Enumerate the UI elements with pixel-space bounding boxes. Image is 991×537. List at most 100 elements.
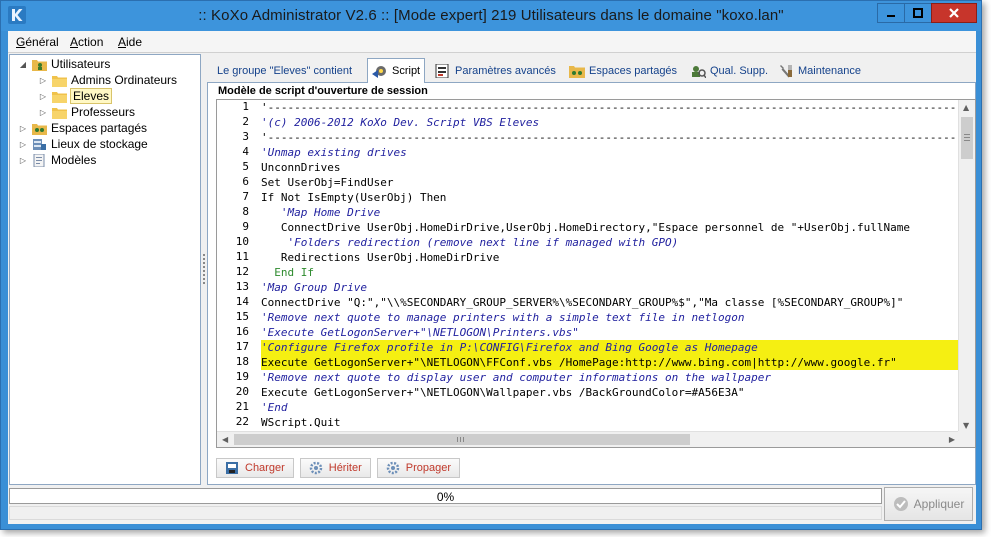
- scroll-right-icon[interactable]: ▶: [949, 435, 955, 444]
- tab-parametres-avances[interactable]: Paramètres avancés: [431, 61, 560, 81]
- tree-item-modeles[interactable]: ▷ Modèles: [18, 152, 96, 168]
- code-line[interactable]: 'Execute GetLogonServer+"\NETLOGON\Print…: [261, 325, 960, 340]
- scroll-left-icon[interactable]: ◀: [222, 435, 228, 444]
- scroll-up-icon[interactable]: ▲: [963, 103, 969, 112]
- load-button[interactable]: Charger: [216, 458, 294, 478]
- line-number: 7: [242, 190, 249, 203]
- tab-label: Le groupe "Eleves" contient: [217, 65, 353, 77]
- code-line[interactable]: 'Remove next quote to display user and c…: [261, 370, 960, 385]
- menu-action[interactable]: Action: [70, 35, 103, 49]
- line-number: 20: [235, 385, 249, 398]
- tab-label: Espaces partagés: [589, 65, 678, 77]
- tree-item-admins-ordinateurs[interactable]: ▷ Admins Ordinateurs: [38, 72, 177, 88]
- maximize-button[interactable]: [904, 3, 932, 23]
- line-number: 4: [242, 145, 249, 158]
- vertical-scroll-thumb[interactable]: [961, 117, 973, 159]
- propagate-button[interactable]: Propager: [376, 458, 461, 478]
- storage-icon: [33, 138, 46, 150]
- scroll-down-icon[interactable]: ▼: [963, 421, 969, 430]
- horizontal-scroll-thumb[interactable]: [234, 434, 690, 445]
- line-number: 8: [242, 205, 249, 218]
- highlighted-code-line[interactable]: 'Configure Firefox profile in P:\CONFIG\…: [261, 340, 960, 355]
- client-area: Général Action Aide ◢ Utilisateurs ▷ Adm…: [8, 31, 976, 524]
- tree-item-professeurs[interactable]: ▷ Professeurs: [38, 104, 135, 120]
- shared-space-icon: [569, 66, 585, 78]
- code-line[interactable]: If Not IsEmpty(UserObj) Then: [261, 190, 960, 205]
- code-line[interactable]: 'Map Group Drive: [261, 280, 960, 295]
- app-window: :: KoXo Administrator V2.6 :: [Mode expe…: [0, 0, 982, 530]
- tree-item-label: Utilisateurs: [51, 57, 111, 71]
- highlighted-code-line[interactable]: Execute GetLogonServer+"\NETLOGON\FFConf…: [261, 355, 960, 370]
- line-number: 22: [235, 415, 249, 428]
- line-number: 11: [235, 250, 249, 263]
- folder-icon: [52, 75, 67, 87]
- tree-item-lieux-de-stockage[interactable]: ▷ Lieux de stockage: [18, 136, 148, 152]
- code-line[interactable]: '---------------------------------------…: [261, 130, 960, 145]
- line-number: 2: [242, 115, 249, 128]
- check-icon: [893, 497, 908, 511]
- vertical-scrollbar[interactable]: ▲ ▼: [958, 100, 975, 433]
- minimize-button[interactable]: [877, 3, 905, 23]
- code-area[interactable]: '---------------------------------------…: [261, 100, 960, 433]
- code-line[interactable]: 'Folders redirection (remove next line i…: [261, 235, 960, 250]
- progress-text: 0%: [436, 490, 455, 504]
- navigation-tree: ◢ Utilisateurs ▷ Admins Ordinateurs ▷ El…: [9, 54, 201, 485]
- folder-icon: [52, 107, 67, 119]
- template-icon: [33, 153, 45, 167]
- code-line[interactable]: ConnectDrive "Q:","\\%SECONDARY_GROUP_SE…: [261, 295, 960, 310]
- code-line[interactable]: UnconnDrives: [261, 160, 960, 175]
- tab-maintenance[interactable]: Maintenance: [774, 61, 865, 81]
- tab-script[interactable]: Script: [367, 58, 426, 83]
- detail-panel: Le groupe "Eleves" contient Script Param…: [207, 54, 976, 485]
- code-line[interactable]: End If: [261, 265, 960, 280]
- code-line[interactable]: Execute GetLogonServer+"\NETLOGON\Wallpa…: [261, 385, 960, 400]
- apply-button[interactable]: Appliquer: [884, 487, 973, 521]
- code-line[interactable]: Redirections UserObj.HomeDirDrive: [261, 250, 960, 265]
- splitter-grip: [203, 254, 205, 284]
- tree-item-utilisateurs[interactable]: ◢ Utilisateurs: [18, 56, 110, 72]
- tree-item-espaces-partages[interactable]: ▷ Espaces partagés: [18, 120, 147, 136]
- inherit-button[interactable]: Hériter: [299, 458, 371, 478]
- menu-divider: [8, 52, 976, 53]
- inherit-gear-icon: [309, 461, 322, 475]
- collapsed-arrow-icon[interactable]: ▷: [18, 155, 28, 165]
- collapsed-arrow-icon[interactable]: ▷: [18, 139, 28, 149]
- script-tab-panel: Modèle de script d'ouverture de session …: [207, 82, 976, 485]
- script-editor[interactable]: 1234567891011121314151617181920212223 '-…: [216, 99, 976, 448]
- tab-group-contient[interactable]: Le groupe "Eleves" contient: [213, 61, 356, 81]
- collapsed-arrow-icon[interactable]: ▷: [18, 123, 28, 133]
- code-line[interactable]: Set UserObj=FindUser: [261, 175, 960, 190]
- code-line[interactable]: 'Remove next quote to manage printers wi…: [261, 310, 960, 325]
- collapsed-arrow-icon[interactable]: ▷: [38, 91, 48, 101]
- close-button[interactable]: [931, 3, 977, 23]
- code-line[interactable]: 'Unmap existing drives: [261, 145, 960, 160]
- line-number: 5: [242, 160, 249, 173]
- line-number: 6: [242, 175, 249, 188]
- tree-item-eleves[interactable]: ▷ Eleves: [38, 88, 113, 104]
- collapsed-arrow-icon[interactable]: ▷: [38, 107, 48, 117]
- inherit-button-label: Hériter: [328, 462, 362, 474]
- code-line[interactable]: 'Map Home Drive: [261, 205, 960, 220]
- code-line[interactable]: ConnectDrive UserObj.HomeDirDrive,UserOb…: [261, 220, 960, 235]
- tree-item-label: Lieux de stockage: [51, 137, 148, 151]
- line-number: 1: [242, 100, 249, 113]
- code-line[interactable]: 'End: [261, 400, 960, 415]
- propagate-button-label: Propager: [405, 462, 452, 474]
- collapsed-arrow-icon[interactable]: ▷: [38, 75, 48, 85]
- minimize-icon: [887, 15, 895, 17]
- tab-qual-supp[interactable]: Qual. Supp.: [686, 61, 772, 81]
- tab-label: Paramètres avancés: [455, 65, 556, 77]
- menu-aide[interactable]: Aide: [118, 35, 142, 49]
- code-line[interactable]: WScript.Quit: [261, 415, 960, 430]
- code-line[interactable]: '(c) 2006-2012 KoXo Dev. Script VBS Elev…: [261, 115, 960, 130]
- line-number: 10: [235, 235, 249, 248]
- menu-general[interactable]: Général: [16, 35, 59, 49]
- code-line[interactable]: '---------------------------------------…: [261, 100, 960, 115]
- load-button-label: Charger: [245, 462, 285, 474]
- tab-espaces-partages[interactable]: Espaces partagés: [565, 61, 681, 81]
- expanded-arrow-icon[interactable]: ◢: [18, 59, 28, 69]
- title-bar[interactable]: :: KoXo Administrator V2.6 :: [Mode expe…: [1, 1, 981, 31]
- horizontal-scrollbar[interactable]: ◀ ▶: [217, 431, 960, 447]
- tree-item-label: Eleves: [69, 88, 113, 104]
- menu-bar: Général Action Aide: [8, 31, 976, 53]
